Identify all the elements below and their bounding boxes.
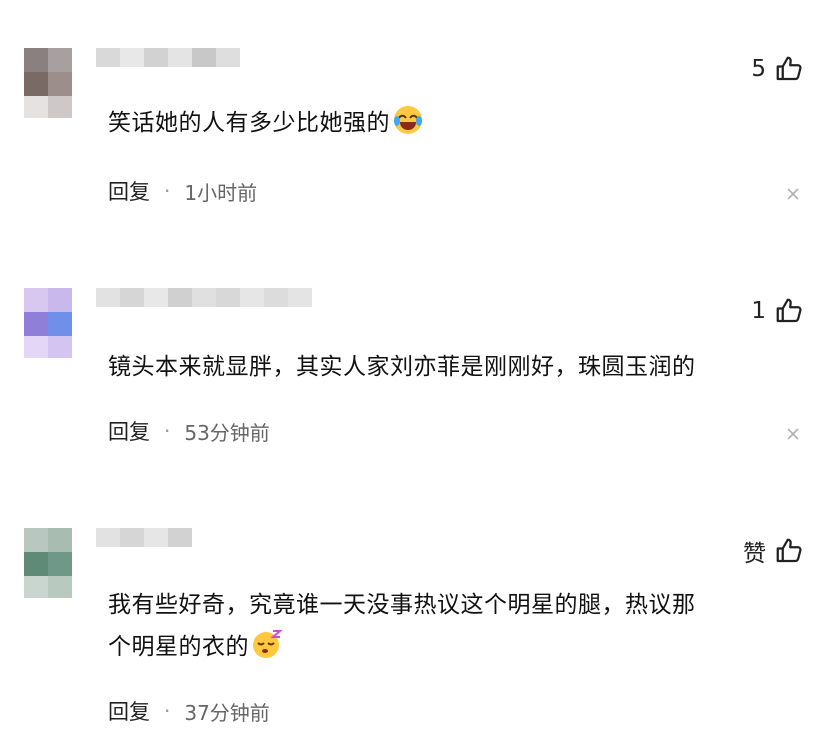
avatar[interactable] bbox=[24, 288, 72, 358]
thumbs-up-icon bbox=[776, 298, 802, 323]
username-blurred[interactable] bbox=[96, 48, 240, 86]
like-count: 5 bbox=[751, 56, 766, 82]
comment-meta: 回复 · 1小时前 bbox=[108, 176, 257, 206]
timestamp: 1小时前 bbox=[184, 180, 258, 205]
sleepy-face-emoji-icon bbox=[253, 630, 283, 658]
reply-button[interactable]: 回复 bbox=[108, 696, 150, 726]
comment-text: 我有些好奇，究竟谁一天没事热议这个明星的腿，热议那 个明星的衣的 bbox=[108, 584, 808, 668]
like-button[interactable]: 5 bbox=[751, 54, 804, 84]
close-icon[interactable] bbox=[786, 187, 800, 201]
like-count: 1 bbox=[751, 298, 766, 324]
thumbs-up-icon bbox=[776, 56, 802, 81]
separator: · bbox=[164, 419, 171, 443]
thumbs-up-icon bbox=[776, 538, 802, 563]
comment-text-content: 笑话她的人有多少比她强的 bbox=[108, 110, 390, 136]
comment-text-line: 个明星的衣的 bbox=[108, 626, 808, 668]
username-blurred[interactable] bbox=[96, 528, 192, 566]
reply-button[interactable]: 回复 bbox=[108, 176, 150, 206]
like-button[interactable]: 1 bbox=[751, 296, 804, 326]
separator: · bbox=[164, 699, 171, 723]
username-blurred[interactable] bbox=[96, 288, 312, 326]
like-button[interactable]: 赞 bbox=[743, 534, 804, 568]
like-count: 赞 bbox=[743, 541, 766, 567]
comment-meta: 回复 · 53分钟前 bbox=[108, 416, 270, 446]
avatar[interactable] bbox=[24, 528, 72, 598]
comment-text-content: 镜头本来就显胖，其实人家刘亦菲是刚刚好，珠圆玉润的 bbox=[108, 354, 696, 380]
avatar[interactable] bbox=[24, 48, 72, 118]
comment-text: 笑话她的人有多少比她强的 bbox=[108, 102, 808, 144]
reply-button[interactable]: 回复 bbox=[108, 416, 150, 446]
comment-text-line: 我有些好奇，究竟谁一天没事热议这个明星的腿，热议那 bbox=[108, 592, 696, 618]
close-icon[interactable] bbox=[786, 427, 800, 441]
comment-meta: 回复 · 37分钟前 bbox=[108, 696, 270, 726]
timestamp: 37分钟前 bbox=[184, 700, 270, 725]
timestamp: 53分钟前 bbox=[184, 420, 270, 445]
comment-text: 镜头本来就显胖，其实人家刘亦菲是刚刚好，珠圆玉润的 bbox=[108, 346, 808, 388]
comment-text-content: 个明星的衣的 bbox=[108, 634, 249, 660]
separator: · bbox=[164, 179, 171, 203]
laughing-tears-emoji-icon bbox=[394, 106, 422, 134]
